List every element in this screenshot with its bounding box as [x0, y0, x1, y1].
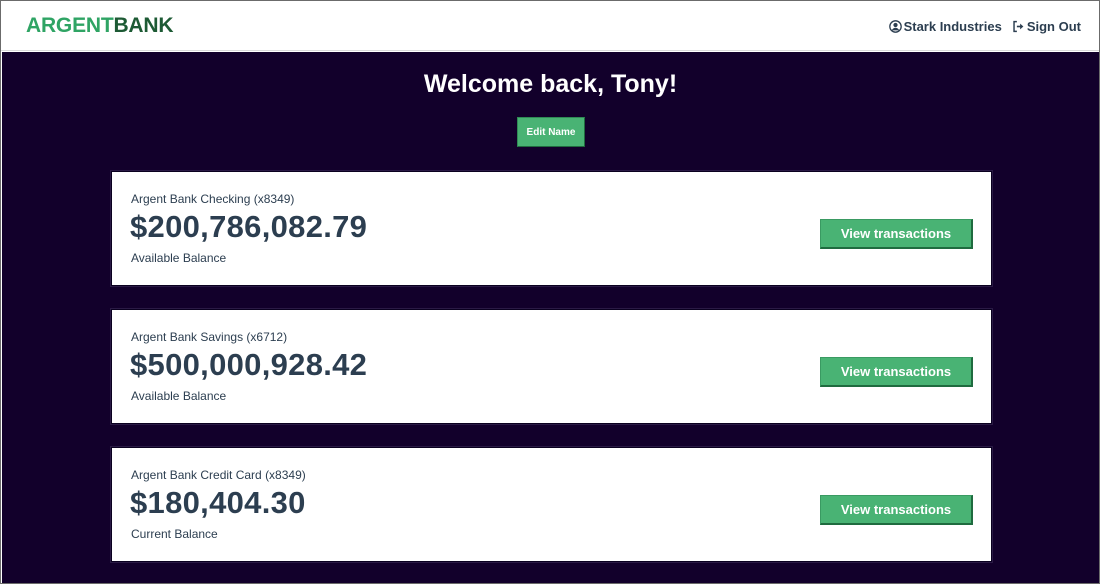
view-transactions-button[interactable]: View transactions: [820, 357, 973, 387]
account-amount: $200,786,082.79: [130, 209, 368, 244]
account-amount: $500,000,928.42: [130, 347, 368, 382]
user-name-label: Stark Industries: [903, 18, 1002, 34]
account-amount-description: Current Balance: [131, 527, 218, 541]
view-transactions-button[interactable]: View transactions: [820, 219, 973, 249]
sign-out-link[interactable]: Sign Out: [1012, 19, 1081, 34]
browser-viewport: ARGENTBANK Stark Industries Sign Out Wel…: [0, 0, 1100, 584]
logo-text-argent: ARGENT: [26, 14, 114, 37]
account-amount-description: Available Balance: [131, 389, 227, 403]
logo-text-bank: BANK: [113, 14, 174, 37]
account-card-savings: Argent Bank Savings (x6712) $500,000,928…: [111, 309, 992, 424]
account-card-credit: Argent Bank Credit Card (x8349) $180,404…: [111, 447, 992, 562]
account-amount: $180,404.30: [130, 485, 306, 520]
account-title: Argent Bank Checking (x8349): [131, 192, 295, 206]
main-navbar: ARGENTBANK Stark Industries Sign Out: [1, 1, 1099, 51]
welcome-heading: Welcome back, Tony!: [423, 70, 678, 98]
account-title: Argent Bank Credit Card (x8349): [131, 468, 306, 482]
edit-name-button[interactable]: Edit Name: [517, 117, 585, 147]
account-card-checking: Argent Bank Checking (x8349) $200,786,08…: [111, 171, 992, 286]
view-transactions-button[interactable]: View transactions: [820, 495, 973, 525]
argent-bank-logo[interactable]: ARGENTBANK: [26, 14, 174, 38]
account-amount-description: Available Balance: [131, 251, 227, 265]
dashboard-main: Welcome back, Tony! Edit Name Argent Ban…: [2, 52, 1099, 583]
nav-user-area: Stark Industries Sign Out: [888, 17, 1081, 35]
sign-out-icon: [1013, 20, 1024, 32]
user-profile-link[interactable]: Stark Industries: [888, 18, 1002, 34]
user-circle-icon: [888, 19, 902, 33]
sign-out-label: Sign Out: [1026, 18, 1081, 34]
account-title: Argent Bank Savings (x6712): [131, 330, 288, 344]
